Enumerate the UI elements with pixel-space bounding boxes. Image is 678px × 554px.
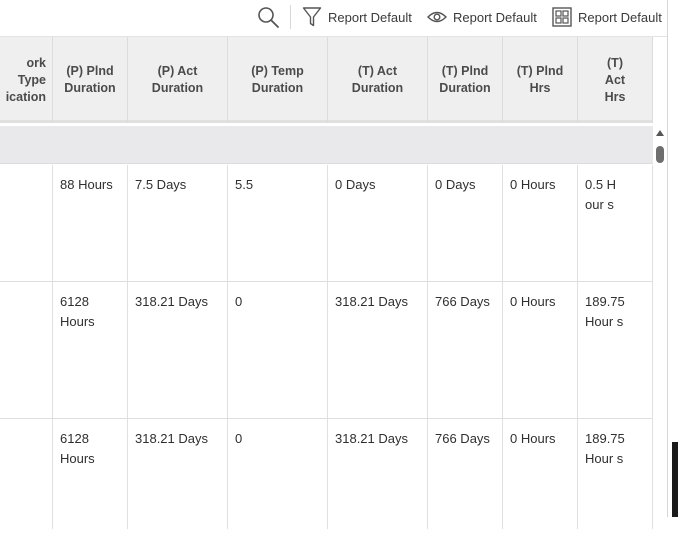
columns-label: Report Default: [578, 9, 662, 25]
view-button[interactable]: Report Default: [427, 5, 537, 29]
filter-icon: [302, 7, 322, 27]
scroll-up-arrow-icon[interactable]: [656, 130, 664, 136]
filter-button[interactable]: Report Default: [302, 5, 412, 29]
table-row[interactable]: 6128 Hours 318.21 Days 0 318.21 Days 766…: [0, 282, 653, 419]
cell-p-plnd-duration: 6128 Hours: [53, 282, 128, 418]
cell-t-plnd-hrs: 0 Hours: [503, 419, 578, 529]
cell-work-type: [0, 419, 53, 529]
report-toolbar: Report Default Report Default Report Def…: [0, 0, 668, 36]
column-header-p-temp-duration[interactable]: (P) Temp Duration: [228, 37, 328, 123]
cell-p-temp-duration: 0: [228, 419, 328, 529]
cell-t-plnd-duration: 766 Days: [428, 282, 503, 418]
cell-t-act-hrs: 189.75 Hour s: [578, 419, 653, 529]
grid-icon: [552, 7, 572, 27]
scrollbar-thumb[interactable]: [656, 146, 664, 163]
column-header-t-plnd-duration[interactable]: (T) Plnd Duration: [428, 37, 503, 123]
cell-p-plnd-duration: 6128 Hours: [53, 419, 128, 529]
data-grid: ork Type ication (P) Plnd Duration (P) A…: [0, 36, 668, 554]
column-header-p-act-duration[interactable]: (P) Act Duration: [128, 37, 228, 123]
cell-t-act-hrs: 0.5 Hour s: [578, 165, 653, 281]
cell-work-type: [0, 282, 53, 418]
cell-t-plnd-hrs: 0 Hours: [503, 282, 578, 418]
cell-p-plnd-duration: 88 Hours: [53, 165, 128, 281]
cell-p-act-duration: 318.21 Days: [128, 419, 228, 529]
panel-border: [667, 0, 668, 517]
filter-label: Report Default: [328, 9, 412, 25]
cell-t-plnd-hrs: 0 Hours: [503, 165, 578, 281]
toolbar-divider: [290, 5, 291, 29]
cell-p-temp-duration: 5.5: [228, 165, 328, 281]
cell-t-act-hrs: 189.75 Hour s: [578, 282, 653, 418]
cell-t-plnd-duration: 766 Days: [428, 419, 503, 529]
cell-p-act-duration: 318.21 Days: [128, 282, 228, 418]
vertical-scrollbar[interactable]: [653, 126, 667, 554]
window-edge: [672, 442, 678, 517]
column-header-t-act-hrs[interactable]: (T) Act Hrs: [578, 37, 653, 123]
cell-t-act-duration: 0 Days: [328, 165, 428, 281]
column-header-t-act-duration[interactable]: (T) Act Duration: [328, 37, 428, 123]
eye-icon: [427, 11, 447, 23]
table-row[interactable]: 6128 Hours 318.21 Days 0 318.21 Days 766…: [0, 419, 653, 529]
cell-work-type: [0, 165, 53, 281]
group-row[interactable]: [0, 126, 653, 164]
search-icon[interactable]: [256, 5, 280, 29]
columns-button[interactable]: Report Default: [552, 5, 662, 29]
cell-t-plnd-duration: 0 Days: [428, 165, 503, 281]
column-header-work-type-classification[interactable]: ork Type ication: [0, 37, 53, 123]
column-header-t-plnd-hrs[interactable]: (T) Plnd Hrs: [503, 37, 578, 123]
grid-header: ork Type ication (P) Plnd Duration (P) A…: [0, 37, 653, 123]
column-header-p-plnd-duration[interactable]: (P) Plnd Duration: [53, 37, 128, 123]
view-label: Report Default: [453, 9, 537, 25]
table-row[interactable]: 88 Hours 7.5 Days 5.5 0 Days 0 Days 0 Ho…: [0, 165, 653, 282]
cell-t-act-duration: 318.21 Days: [328, 419, 428, 529]
cell-p-act-duration: 7.5 Days: [128, 165, 228, 281]
cell-t-act-duration: 318.21 Days: [328, 282, 428, 418]
cell-p-temp-duration: 0: [228, 282, 328, 418]
